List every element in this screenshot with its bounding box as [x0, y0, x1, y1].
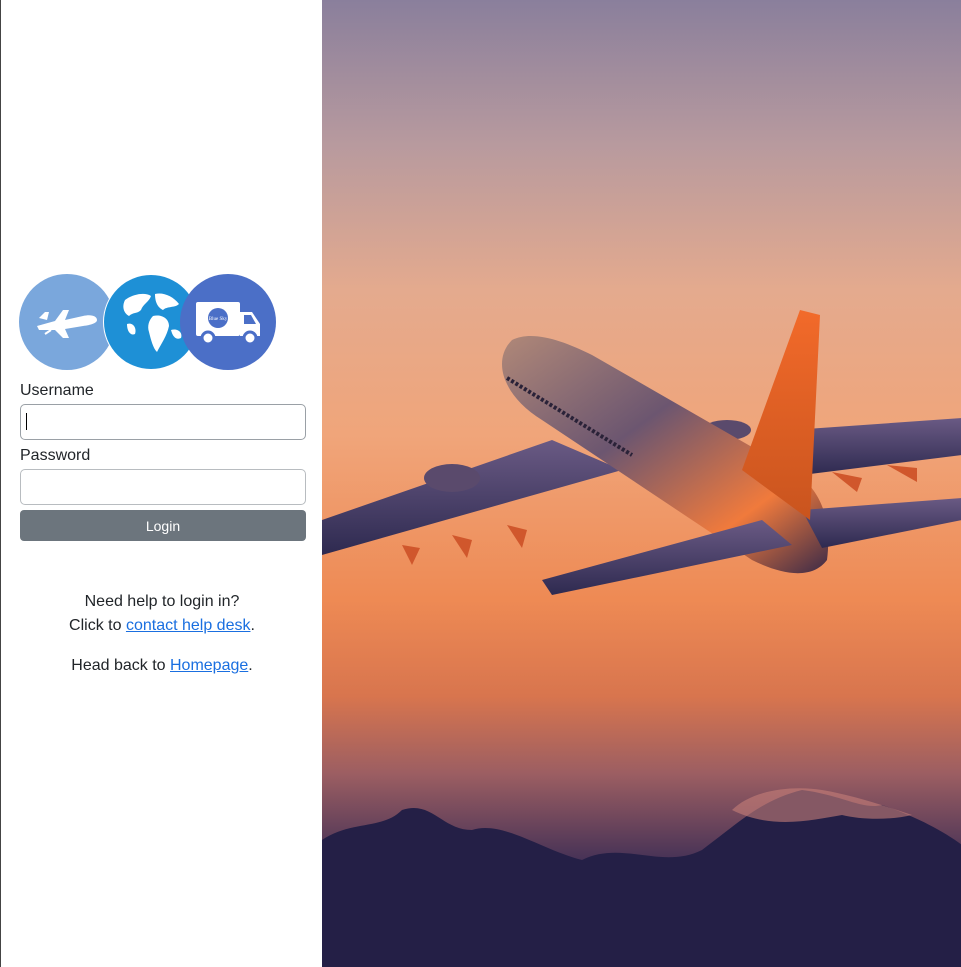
- svg-text:Blue Sky: Blue Sky: [209, 317, 228, 322]
- company-logo: Blue Sky: [19, 274, 279, 372]
- contact-prefix: Click to: [69, 617, 126, 634]
- airplane-icon: [19, 274, 115, 370]
- password-input[interactable]: [20, 469, 306, 505]
- homepage-prefix: Head back to: [71, 657, 170, 674]
- delivery-truck-icon: Blue Sky: [180, 274, 276, 370]
- password-label: Password: [20, 447, 91, 464]
- login-button[interactable]: Login: [20, 510, 306, 541]
- username-label: Username: [20, 382, 94, 399]
- login-page: Blue Sky Username Password Login Need he…: [0, 0, 961, 967]
- contact-line: Click to contact help desk.: [2, 614, 322, 638]
- help-text: Need help to login in? Click to contact …: [2, 590, 322, 638]
- text-cursor: [26, 413, 27, 430]
- contact-help-desk-link[interactable]: contact help desk: [126, 617, 251, 634]
- hero-airplane-image: [322, 0, 961, 967]
- contact-suffix: .: [250, 617, 255, 634]
- homepage-line: Head back to Homepage.: [2, 654, 322, 678]
- login-panel: Blue Sky Username Password Login Need he…: [2, 0, 322, 967]
- username-input[interactable]: [20, 404, 306, 440]
- help-question: Need help to login in?: [84, 593, 240, 610]
- homepage-suffix: .: [248, 657, 253, 674]
- homepage-link[interactable]: Homepage: [170, 657, 248, 674]
